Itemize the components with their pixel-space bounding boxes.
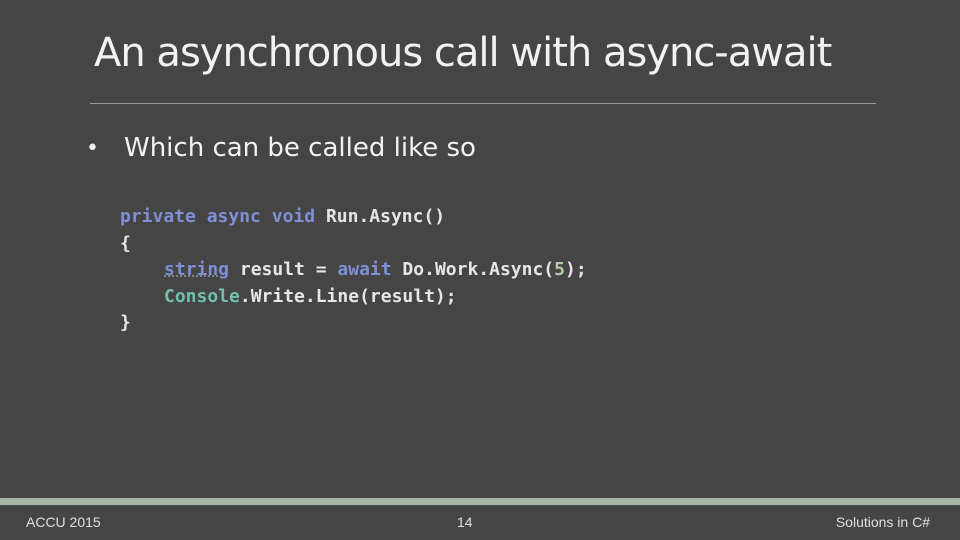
code-type-console: Console [164, 285, 240, 307]
code-line-5: } [120, 310, 587, 337]
code-close-brace: } [120, 312, 131, 333]
code-call: Do.Work.Async( [391, 259, 555, 280]
code-open-brace: { [120, 232, 131, 254]
code-line-1: private async void Run.Async() [120, 204, 587, 231]
footer-event: ACCU 2015 [26, 514, 101, 530]
code-method-rest: .Async() [358, 206, 446, 227]
code-number: 5 [554, 259, 565, 280]
bullet-marker: • [86, 135, 99, 161]
slide: An asynchronous call with async-await • … [0, 0, 960, 540]
code-line-3: string result = await Do.Work.Async(5); [120, 257, 587, 284]
footer-bar [0, 498, 960, 505]
bullet-item: • Which can be called like so [86, 133, 476, 163]
slide-title: An asynchronous call with async-await [94, 30, 832, 76]
code-keyword-void: void [271, 206, 316, 227]
code-line-2: { [120, 231, 587, 258]
code-line-4: Console.Write.Line(result); [120, 284, 587, 311]
code-keyword-async: async [206, 206, 261, 227]
code-keyword-await: await [337, 259, 392, 280]
footer-section: Solutions in C# [835, 514, 930, 530]
code-type-string: string [164, 259, 230, 280]
code-call-end: ); [565, 259, 587, 280]
footer-page-number: 14 [457, 514, 473, 530]
code-keyword-private: private [120, 206, 196, 227]
code-writeline: .Write.Line(result); [239, 285, 457, 307]
code-assignment: result = [229, 259, 338, 280]
code-method-name: Run [325, 206, 359, 227]
code-block: private async void Run.Async() { string … [120, 204, 587, 337]
title-divider [90, 103, 876, 104]
bullet-text: Which can be called like so [124, 133, 476, 163]
